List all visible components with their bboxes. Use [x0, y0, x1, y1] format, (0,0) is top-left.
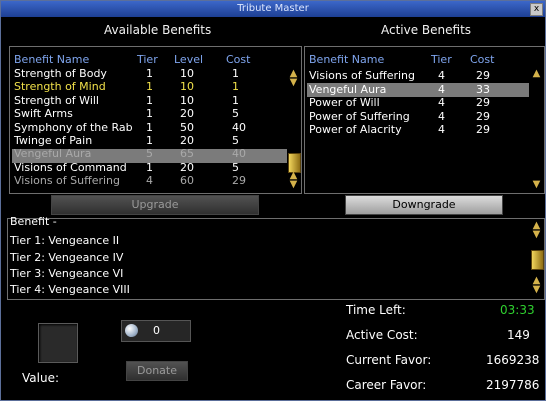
available-list-scrollbar[interactable]: ▲ ▼ ▲ ▼: [287, 69, 301, 191]
value-label: Value:: [22, 371, 59, 385]
benefit-cost: 29: [476, 96, 490, 110]
benefit-level: 20: [180, 134, 194, 147]
benefit-tier: 1: [146, 134, 153, 147]
platinum-coin-icon: [125, 324, 138, 337]
benefit-level: 10: [180, 67, 194, 80]
benefit-tier: 1: [146, 80, 153, 94]
benefit-cost: 5: [232, 107, 239, 121]
benefit-cost: 40: [232, 120, 246, 134]
benefit-cost: 29: [476, 123, 490, 137]
benefit-tier: 1: [146, 120, 153, 134]
description-line: Tier 2: Vengeance IV: [10, 251, 124, 264]
scroll-down-icon[interactable]: ▼: [530, 180, 543, 190]
benefit-name: Visions of Suffering: [14, 174, 120, 188]
benefit-level: 10: [180, 93, 194, 107]
description-heading: Benefit -: [10, 215, 57, 228]
active-benefits-title: Active Benefits: [381, 23, 472, 37]
benefit-name: Swift Arms: [14, 107, 73, 121]
scroll-down-icon[interactable]: ▼: [530, 230, 543, 240]
benefit-name: Visions of Command: [14, 160, 127, 174]
scroll-down-icon[interactable]: ▼: [530, 285, 543, 295]
benefit-name: Strength of Mind: [14, 80, 106, 94]
benefit-name: Power of Will: [309, 96, 380, 110]
benefit-cost: 5: [232, 160, 239, 174]
benefit-cost: 29: [476, 69, 490, 82]
title-bar[interactable]: Tribute Master x: [1, 1, 545, 17]
benefit-tier: 4: [438, 82, 445, 96]
description-scrollbar[interactable]: ▲ ▼ ▲ ▼: [530, 221, 544, 297]
description-line: Tier 4: Vengeance VIII: [10, 283, 130, 296]
tribute-master-window: Tribute Master x Available Benefits Acti…: [0, 0, 546, 401]
benefit-name: Twinge of Pain: [14, 134, 93, 147]
downgrade-button[interactable]: Downgrade: [345, 195, 503, 215]
career-favor-value: 2197786: [486, 378, 540, 392]
donation-amount-field[interactable]: 0: [121, 320, 191, 342]
current-favor-value: 1669238: [486, 353, 540, 367]
benefit-name: Visions of Suffering: [309, 69, 415, 82]
column-header-name[interactable]: Benefit Name: [309, 53, 384, 66]
column-header-level[interactable]: Level: [174, 53, 203, 66]
benefit-cost: 1: [232, 80, 239, 94]
column-header-name[interactable]: Benefit Name: [14, 53, 89, 66]
benefit-cost: 1: [232, 93, 239, 107]
benefit-level: 60: [180, 174, 194, 188]
benefit-level: 65: [180, 147, 194, 161]
benefit-name: Strength of Will: [14, 93, 99, 107]
benefit-tier: 4: [438, 96, 445, 110]
scroll-down-icon[interactable]: ▼: [287, 180, 300, 190]
benefit-cost: 1: [232, 67, 239, 80]
benefit-tier: 4: [438, 69, 445, 82]
scroll-thumb[interactable]: [531, 250, 544, 270]
current-favor-label: Current Favor:: [346, 353, 432, 367]
available-benefits-list: Benefit Name Tier Level Cost Strength of…: [9, 46, 302, 194]
upgrade-button[interactable]: Upgrade: [51, 195, 259, 215]
active-cost-label: Active Cost:: [346, 328, 418, 342]
close-icon[interactable]: x: [530, 3, 543, 16]
benefit-name: Symphony of the Rab: [14, 120, 133, 134]
benefit-name: Vengeful Aura: [14, 147, 92, 161]
benefit-tier: 1: [146, 93, 153, 107]
benefit-name: Vengeful Aura: [309, 82, 387, 96]
column-header-cost[interactable]: Cost: [470, 53, 494, 66]
benefit-tier: 4: [438, 109, 445, 123]
available-benefits-title: Available Benefits: [104, 23, 212, 37]
scroll-up-icon[interactable]: ▲: [530, 69, 543, 79]
description-line: Tier 3: Vengeance VI: [10, 267, 124, 280]
scroll-down-icon[interactable]: ▼: [287, 78, 300, 88]
benefit-level: 50: [180, 120, 194, 134]
active-cost-value: 149: [507, 328, 530, 342]
benefit-description: Benefit - Tier 1: Vengeance II Tier 2: V…: [7, 215, 545, 300]
benefit-tier: 5: [146, 147, 153, 161]
benefit-cost: 33: [476, 82, 490, 96]
benefit-cost: 29: [476, 109, 490, 123]
benefit-cost: 5: [232, 134, 239, 147]
benefit-tier: 1: [146, 160, 153, 174]
description-line: Tier 1: Vengeance II: [10, 234, 120, 247]
benefit-cost: 40: [232, 147, 246, 161]
active-benefits-list: Benefit Name Tier Cost Visions of Suffer…: [304, 46, 545, 194]
benefit-name: Power of Alacrity: [309, 123, 402, 137]
benefit-name: Power of Suffering: [309, 109, 410, 123]
benefit-cost: 29: [232, 174, 246, 188]
column-header-cost[interactable]: Cost: [226, 53, 250, 66]
column-header-tier[interactable]: Tier: [137, 53, 158, 66]
donation-amount: 0: [153, 324, 160, 337]
benefit-tier: 4: [438, 123, 445, 137]
item-drop-slot[interactable]: [38, 323, 78, 363]
benefit-level: 10: [180, 80, 194, 94]
benefit-level: 20: [180, 107, 194, 121]
career-favor-label: Career Favor:: [346, 378, 427, 392]
benefit-tier: 1: [146, 67, 153, 80]
benefit-level: 20: [180, 160, 194, 174]
active-list-scrollbar[interactable]: ▲ ▼: [530, 69, 543, 191]
benefit-tier: 1: [146, 107, 153, 121]
time-left-label: Time Left:: [346, 303, 406, 317]
benefit-tier: 4: [146, 174, 153, 188]
donate-button[interactable]: Donate: [126, 361, 188, 381]
benefit-name: Strength of Body: [14, 67, 107, 80]
column-header-tier[interactable]: Tier: [431, 53, 452, 66]
window-title: Tribute Master: [237, 3, 309, 14]
time-left-value: 03:33: [500, 303, 535, 317]
